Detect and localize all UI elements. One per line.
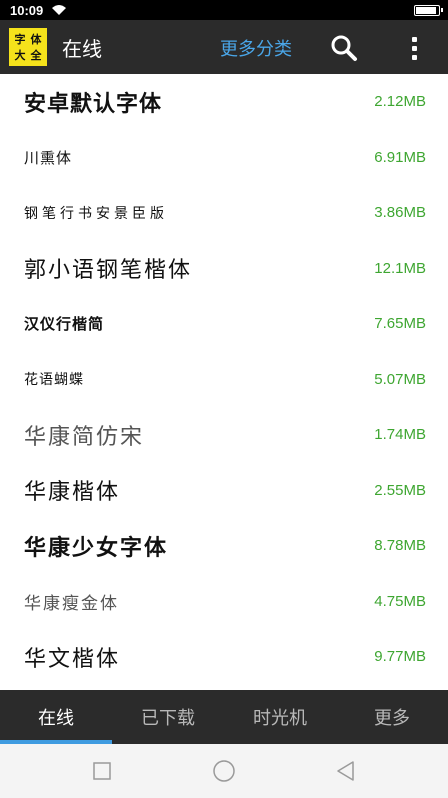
font-name: 华康少女字体 — [24, 535, 169, 561]
font-file-size: 9.77MB — [374, 648, 426, 666]
back-icon[interactable] — [333, 758, 359, 784]
font-name: 川熏体 — [24, 148, 73, 167]
tab-bar: 在线 已下载 时光机 更多 — [0, 690, 448, 744]
font-list-item[interactable]: 华康瘦金体 4.75MB — [0, 574, 448, 630]
font-name: 华文楷体 — [24, 646, 121, 672]
font-list-item[interactable]: 华康楷体 2.55MB — [0, 463, 448, 519]
page-title: 在线 — [62, 36, 102, 61]
tab-label: 更多 — [374, 708, 410, 729]
recent-apps-icon[interactable] — [89, 758, 115, 784]
tab-label: 已下载 — [141, 708, 195, 729]
search-icon[interactable] — [330, 34, 358, 62]
font-name: 花语蝴蝶 — [24, 372, 84, 389]
logo-char: 体 — [30, 33, 42, 46]
font-list-item[interactable]: 郭小语钢笔楷体 12.1MB — [0, 241, 448, 297]
status-time: 10:09 — [10, 2, 44, 18]
font-file-size: 12.1MB — [374, 259, 426, 277]
font-name: 钢笔行书安景臣版 — [24, 205, 168, 222]
font-name: 华康瘦金体 — [24, 593, 119, 614]
tab-downloaded[interactable]: 已下载 — [112, 690, 224, 744]
font-name: 华康楷体 — [24, 480, 121, 506]
font-list-item[interactable]: 安卓默认字体 2.12MB — [0, 74, 448, 130]
font-file-size: 5.07MB — [374, 370, 426, 388]
font-file-size: 6.91MB — [374, 148, 426, 166]
battery-icon — [414, 5, 443, 16]
font-list-item[interactable]: 花语蝴蝶 5.07MB — [0, 352, 448, 408]
tab-label: 在线 — [38, 708, 74, 729]
font-list-item[interactable]: 钢笔行书安景臣版 3.86MB — [0, 185, 448, 241]
status-bar: 10:09 — [0, 0, 448, 20]
home-icon[interactable] — [211, 758, 237, 784]
system-nav-bar — [0, 744, 448, 798]
tab-time-machine[interactable]: 时光机 — [224, 690, 336, 744]
wifi-icon — [52, 5, 67, 15]
font-name: 郭小语钢笔楷体 — [24, 258, 193, 284]
font-file-size: 4.75MB — [374, 592, 426, 610]
tab-more[interactable]: 更多 — [336, 690, 448, 744]
font-list-item[interactable]: 川熏体 6.91MB — [0, 130, 448, 186]
font-list-item[interactable]: 华康少女字体 8.78MB — [0, 518, 448, 574]
more-vert-icon[interactable] — [400, 34, 428, 62]
tab-label: 时光机 — [253, 708, 307, 729]
font-list: 安卓默认字体 2.12MB 川熏体 6.91MB 钢笔行书安景臣版 3.86MB 郭小语钢笔… — [0, 74, 448, 690]
logo-char: 全 — [30, 49, 42, 62]
font-name: 安卓默认字体 — [24, 91, 163, 117]
font-file-size: 2.12MB — [374, 93, 426, 111]
app-logo: 字 体 大 全 — [9, 28, 47, 66]
font-list-item[interactable]: 华康简仿宋 1.74MB — [0, 407, 448, 463]
font-list-item[interactable]: 华文楷体 9.77MB — [0, 629, 448, 685]
font-name: 汉仪行楷简 — [24, 315, 105, 334]
font-name: 华康简仿宋 — [24, 424, 145, 450]
font-file-size: 3.86MB — [374, 204, 426, 222]
font-list-item[interactable]: 汉仪行楷简 7.65MB — [0, 296, 448, 352]
font-file-size: 2.55MB — [374, 481, 426, 499]
font-file-size: 8.78MB — [374, 537, 426, 555]
font-file-size: 7.65MB — [374, 315, 426, 333]
more-categories-button[interactable]: 更多分类 — [220, 35, 292, 61]
logo-char: 字 — [14, 33, 26, 46]
logo-char: 大 — [14, 49, 26, 62]
tab-online[interactable]: 在线 — [0, 690, 112, 744]
font-file-size: 1.74MB — [374, 426, 426, 444]
app-bar: 字 体 大 全 在线 更多分类 — [0, 20, 448, 74]
